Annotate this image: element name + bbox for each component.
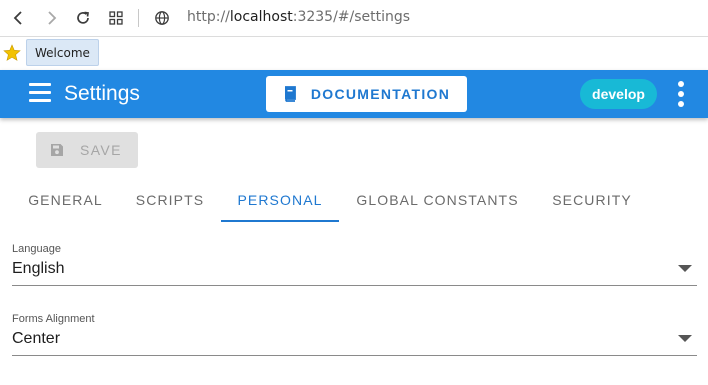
reload-button[interactable] (71, 7, 95, 29)
save-icon (51, 144, 63, 156)
more-vert-icon[interactable] (676, 81, 686, 107)
tab-general[interactable]: GENERAL (12, 178, 119, 222)
branch-chip[interactable]: develop (580, 79, 657, 109)
settings-tabs: GENERAL SCRIPTS PERSONAL GLOBAL CONSTANT… (0, 178, 708, 222)
url-prefix: http:// (187, 9, 230, 25)
language-value: English (12, 260, 65, 277)
back-button[interactable] (7, 7, 31, 29)
browser-toolbar: http://localhost:3235/#/settings (0, 0, 708, 37)
url-rest: :3235/#/settings (292, 9, 411, 25)
back-icon (13, 11, 22, 25)
language-select[interactable]: Language English (12, 243, 697, 287)
dropdown-arrow-icon[interactable] (678, 335, 692, 342)
forms-alignment-label: Forms Alignment (12, 313, 95, 325)
site-info-icon (155, 11, 169, 25)
field-underline (12, 285, 697, 286)
documentation-button[interactable]: DOCUMENTATION (266, 76, 467, 112)
url-host: localhost (229, 9, 293, 25)
menu-icon[interactable] (29, 83, 51, 103)
forward-button[interactable] (39, 7, 63, 29)
dropdown-arrow-icon[interactable] (678, 265, 692, 272)
site-info-button[interactable] (150, 7, 174, 29)
app-bar: Settings DOCUMENTATION develop (0, 70, 708, 118)
active-tab-indicator (221, 220, 339, 222)
forms-alignment-value: Center (12, 330, 61, 347)
forms-alignment-select[interactable]: Forms Alignment Center (12, 313, 697, 357)
toolbar-separator (138, 9, 139, 27)
save-button[interactable]: SAVE (36, 132, 138, 168)
reload-icon (77, 11, 89, 24)
field-underline (12, 355, 697, 356)
apps-button[interactable] (104, 7, 128, 29)
page-title: Settings (64, 82, 140, 105)
tab-personal[interactable]: PERSONAL (221, 178, 339, 222)
bookmark-star-icon (3, 44, 21, 61)
bookmark-welcome[interactable]: Welcome (26, 39, 99, 66)
apps-icon (109, 11, 123, 25)
tab-scripts[interactable]: SCRIPTS (119, 178, 221, 222)
bookmarks-bar (0, 37, 708, 70)
tab-global-constants[interactable]: GLOBAL CONSTANTS (339, 178, 536, 222)
tab-security[interactable]: SECURITY (536, 178, 648, 222)
documentation-label: DOCUMENTATION (310, 86, 451, 102)
address-bar[interactable]: http://localhost:3235/#/settings (187, 9, 410, 25)
save-label: SAVE (80, 142, 122, 158)
language-label: Language (12, 243, 61, 255)
forward-icon (48, 11, 57, 25)
book-icon (284, 86, 296, 102)
